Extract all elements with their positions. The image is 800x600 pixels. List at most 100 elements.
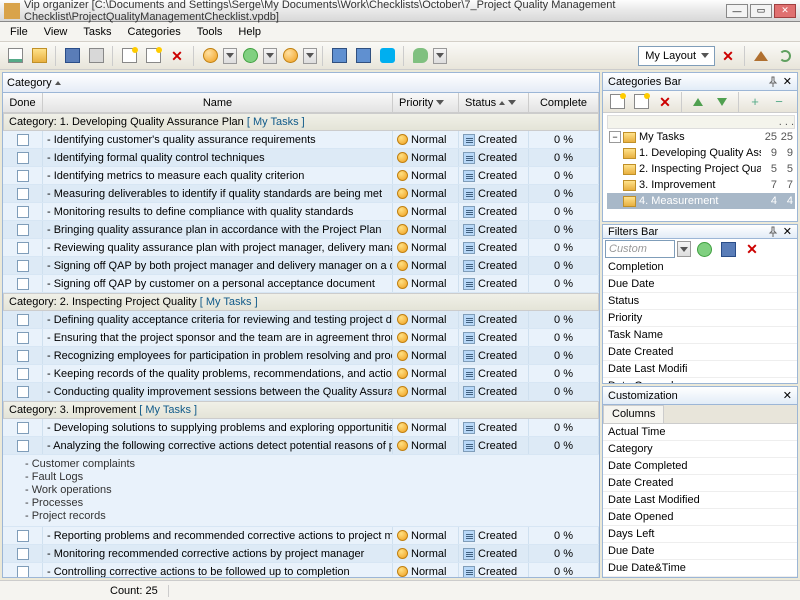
checkbox-icon[interactable] — [17, 152, 29, 164]
filter-save[interactable] — [717, 238, 739, 260]
filter-item[interactable]: Date Created — [603, 344, 797, 361]
filter-delete[interactable]: ✕ — [741, 238, 763, 260]
checkbox-icon[interactable] — [17, 386, 29, 398]
cell-done[interactable] — [3, 275, 43, 292]
task-row[interactable]: - Reporting problems and recommended cor… — [3, 527, 599, 545]
tb-complete-dd[interactable] — [303, 48, 317, 64]
tb-new-db[interactable] — [4, 45, 26, 67]
close-button[interactable]: ✕ — [774, 4, 796, 18]
task-row[interactable]: - Developing solutions to supplying prob… — [3, 419, 599, 437]
task-row[interactable]: - Analyzing the following corrective act… — [3, 437, 599, 455]
task-row[interactable]: - Bringing quality assurance plan in acc… — [3, 221, 599, 239]
col-status[interactable]: Status — [459, 93, 529, 112]
task-row[interactable]: - Monitoring results to define complianc… — [3, 203, 599, 221]
checkbox-icon[interactable] — [17, 440, 29, 452]
filter-item[interactable]: Priority — [603, 310, 797, 327]
cell-done[interactable] — [3, 419, 43, 436]
tree-item[interactable]: 4. Measurement44 — [607, 193, 795, 209]
task-row[interactable]: - Signing off QAP by both project manage… — [3, 257, 599, 275]
customization-item[interactable]: Days Left — [603, 526, 797, 543]
cell-done[interactable] — [3, 437, 43, 454]
task-row[interactable]: - Identifying metrics to measure each qu… — [3, 167, 599, 185]
pin-icon[interactable] — [767, 76, 779, 88]
checkbox-icon[interactable] — [17, 170, 29, 182]
grid-body[interactable]: Category: 1. Developing Quality Assuranc… — [3, 113, 599, 577]
cat-down[interactable] — [711, 91, 733, 113]
cell-done[interactable] — [3, 221, 43, 238]
category-mytasks-link[interactable]: [ My Tasks ] — [197, 296, 258, 308]
checkbox-icon[interactable] — [17, 206, 29, 218]
checkbox-icon[interactable] — [17, 566, 29, 578]
cat-delete[interactable]: ✕ — [654, 91, 676, 113]
tb-refresh[interactable] — [774, 45, 796, 67]
tb-priority-dd[interactable] — [223, 48, 237, 64]
customization-item[interactable]: Date Completed — [603, 458, 797, 475]
tree-toggle-icon[interactable]: − — [609, 131, 621, 143]
layout-selector[interactable]: My Layout — [638, 46, 715, 66]
cat-edit[interactable] — [630, 91, 652, 113]
cell-done[interactable] — [3, 527, 43, 544]
menu-file[interactable]: File — [2, 24, 36, 40]
filter-combo-dd[interactable] — [677, 241, 691, 257]
filter-item[interactable]: Date Opened — [603, 378, 797, 384]
tb-new-task[interactable] — [118, 45, 140, 67]
tb-export[interactable] — [328, 45, 350, 67]
category-row[interactable]: Category: 3. Improvement [ My Tasks ] — [3, 401, 599, 419]
filter-combo[interactable]: Custom — [605, 240, 675, 258]
tb-open[interactable] — [28, 45, 50, 67]
cell-done[interactable] — [3, 239, 43, 256]
cell-done[interactable] — [3, 563, 43, 577]
filter-dd-icon[interactable] — [508, 100, 516, 105]
task-row[interactable]: - Controlling corrective actions to be f… — [3, 563, 599, 577]
customization-item[interactable]: Date Opened — [603, 509, 797, 526]
category-row[interactable]: Category: 2. Inspecting Project Quality … — [3, 293, 599, 311]
checkbox-icon[interactable] — [17, 278, 29, 290]
task-row[interactable]: - Conducting quality improvement session… — [3, 383, 599, 401]
task-row[interactable]: - Signing off QAP by customer on a perso… — [3, 275, 599, 293]
task-row[interactable]: - Measuring deliverables to identify if … — [3, 185, 599, 203]
category-mytasks-link[interactable]: [ My Tasks ] — [244, 116, 305, 128]
layout-dd[interactable] — [698, 48, 712, 64]
col-name[interactable]: Name — [43, 93, 393, 112]
cell-done[interactable] — [3, 185, 43, 202]
tb-home[interactable] — [750, 45, 772, 67]
menu-tools[interactable]: Tools — [189, 24, 231, 40]
tb-priority[interactable] — [199, 45, 221, 67]
tree-item[interactable]: 2. Inspecting Project Quality55 — [607, 161, 795, 177]
checkbox-icon[interactable] — [17, 350, 29, 362]
task-row[interactable]: - Reviewing quality assurance plan with … — [3, 239, 599, 257]
checkbox-icon[interactable] — [17, 530, 29, 542]
menu-tasks[interactable]: Tasks — [75, 24, 119, 40]
category-mytasks-link[interactable]: [ My Tasks ] — [136, 404, 197, 416]
cat-up[interactable] — [687, 91, 709, 113]
filter-item[interactable]: Task Name — [603, 327, 797, 344]
cell-done[interactable] — [3, 311, 43, 328]
tree-item[interactable]: 1. Developing Quality Assurance Plan99 — [607, 145, 795, 161]
customization-item[interactable]: Due Date — [603, 543, 797, 560]
cell-done[interactable] — [3, 167, 43, 184]
checkbox-icon[interactable] — [17, 314, 29, 326]
checkbox-icon[interactable] — [17, 242, 29, 254]
cell-done[interactable] — [3, 131, 43, 148]
tb-msg-dd[interactable] — [433, 48, 447, 64]
checkbox-icon[interactable] — [17, 188, 29, 200]
cell-done[interactable] — [3, 347, 43, 364]
filter-item[interactable]: Status — [603, 293, 797, 310]
cell-done[interactable] — [3, 383, 43, 400]
cell-done[interactable] — [3, 149, 43, 166]
tree-root[interactable]: − My Tasks 25 25 — [607, 129, 795, 145]
task-row[interactable]: - Ensuring that the project sponsor and … — [3, 329, 599, 347]
filter-dd-icon[interactable] — [436, 100, 444, 105]
cell-done[interactable] — [3, 257, 43, 274]
task-row[interactable]: - Identifying formal quality control tec… — [3, 149, 599, 167]
panel-close-icon[interactable]: ✕ — [783, 225, 792, 238]
cat-expand[interactable]: + — [744, 91, 766, 113]
tb-status-dd[interactable] — [263, 48, 277, 64]
tb-msg[interactable] — [409, 45, 431, 67]
tb-edit-task[interactable] — [142, 45, 164, 67]
cell-done[interactable] — [3, 545, 43, 562]
checkbox-icon[interactable] — [17, 422, 29, 434]
filter-item[interactable]: Completion — [603, 259, 797, 276]
task-row[interactable]: - Identifying customer's quality assuran… — [3, 131, 599, 149]
col-priority[interactable]: Priority — [393, 93, 459, 112]
